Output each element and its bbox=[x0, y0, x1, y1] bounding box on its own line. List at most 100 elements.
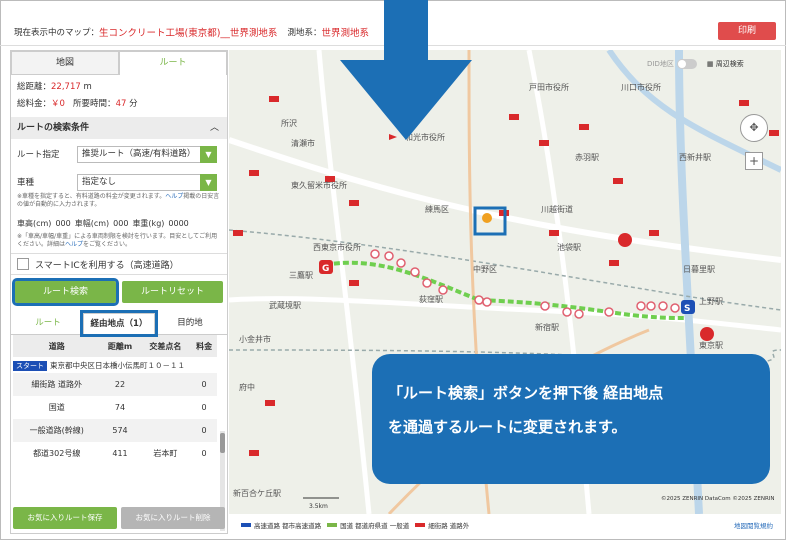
tab-map[interactable]: 地図 bbox=[11, 51, 119, 75]
cell-distance: 74 bbox=[114, 403, 126, 412]
help-link-2[interactable]: ヘルプ bbox=[65, 241, 83, 248]
place-label: 新百合ケ丘駅 bbox=[233, 488, 281, 498]
route-search-button[interactable]: ルート検索 bbox=[12, 278, 119, 306]
scrollbar-thumb[interactable] bbox=[220, 433, 225, 453]
weight-label: 車重(kg) bbox=[132, 218, 165, 228]
tab-waypoints[interactable]: 経由地点（1） bbox=[80, 310, 158, 337]
cell-fee: 0 bbox=[191, 373, 217, 396]
conditions-header[interactable]: ルートの検索条件 ︿ bbox=[11, 117, 227, 139]
sidebar: 地図 ルート 総距離：22,717 m 総料金：￥0 所要時間：47 分 ルート… bbox=[10, 50, 228, 534]
route-detail-tabs: ルート 経由地点（1） 目的地 bbox=[11, 310, 227, 337]
route-spec-value: 推奨ルート（高速/有料道路） bbox=[82, 148, 196, 159]
col-fee: 料金 bbox=[191, 335, 217, 357]
start-marker: S bbox=[684, 304, 690, 314]
vehicle-select[interactable]: 指定なし ▼ bbox=[77, 173, 217, 191]
route-spec-label: ルート指定 bbox=[17, 150, 60, 160]
height-input[interactable]: 000 bbox=[55, 219, 70, 228]
cell-fee: 0 bbox=[201, 403, 207, 412]
did-toggle-group: DID地区 ▦ 周辺検索 bbox=[647, 56, 744, 72]
vehicle-value: 指定なし bbox=[82, 176, 117, 187]
goal-marker: G bbox=[322, 264, 329, 274]
current-map-label: 現在表示中のマップ： bbox=[14, 27, 100, 38]
legend-swatch-national bbox=[327, 523, 338, 527]
time-label: 所要時間： bbox=[73, 99, 116, 109]
smart-ic-checkbox-row[interactable]: スマートICを利用する（高速道路） bbox=[11, 253, 227, 275]
cell-intersection bbox=[139, 373, 192, 396]
total-fee-label: 総料金： bbox=[17, 99, 52, 109]
chevron-down-icon: ▼ bbox=[200, 173, 217, 191]
cell-road: 国道 bbox=[48, 403, 65, 412]
place-label: 中野区 bbox=[473, 264, 497, 274]
zoom-in-button[interactable]: + bbox=[745, 152, 763, 170]
did-toggle[interactable] bbox=[676, 59, 697, 69]
col-road: 道路 bbox=[13, 335, 101, 357]
place-label: 日暮里駅 bbox=[683, 264, 715, 274]
print-button[interactable]: 印刷 bbox=[718, 22, 776, 40]
total-fee-value: ￥0 bbox=[51, 99, 65, 109]
smart-ic-checkbox[interactable] bbox=[17, 258, 29, 270]
height-label: 車高(cm) bbox=[17, 218, 52, 228]
tab-route[interactable]: ルート bbox=[119, 51, 227, 75]
start-row: スタート 東京都中央区日本橋小伝馬町１０－１１ bbox=[13, 357, 217, 373]
time-unit: 分 bbox=[129, 99, 138, 109]
conditions-title: ルートの検索条件 bbox=[17, 123, 90, 133]
table-row: 一般道路(幹線) 574 0 bbox=[13, 419, 217, 442]
weight-input[interactable]: 0000 bbox=[168, 219, 188, 228]
cell-road: 一般道路(幹線) bbox=[13, 419, 101, 442]
place-label: 荻窪駅 bbox=[419, 294, 443, 304]
size-note: ※「車高/車幅/車重」による車両制限を検討を行います。目安としてご利用ください。… bbox=[11, 233, 227, 249]
cell-road: 都道302号線 bbox=[33, 449, 81, 458]
place-label: 西東京市役所 bbox=[313, 242, 361, 252]
save-favorite-button[interactable]: お気に入りルート保存 bbox=[13, 507, 117, 529]
col-intersection: 交差点名 bbox=[139, 335, 192, 357]
help-link[interactable]: ヘルプ bbox=[165, 193, 183, 200]
chevron-down-icon: ▼ bbox=[200, 145, 217, 163]
tab-destination[interactable]: 目的地 bbox=[155, 313, 225, 334]
place-label: 赤羽駅 bbox=[575, 153, 599, 162]
vehicle-label: 車種 bbox=[17, 178, 35, 188]
vehicle-size-row: 車高(cm) 000 車幅(cm) 000 車重(kg) 0000 bbox=[11, 213, 227, 233]
place-label: 東京駅 bbox=[699, 340, 723, 350]
total-distance-label: 総距離： bbox=[17, 82, 52, 92]
table-row: 都道302号線 411 岩本町 0 bbox=[13, 442, 217, 465]
delete-favorite-button[interactable]: お気に入りルート削除 bbox=[121, 507, 225, 529]
place-label: 池袋駅 bbox=[557, 242, 581, 252]
start-address: 東京都中央区日本橋小伝馬町１０－１１ bbox=[50, 360, 185, 370]
cell-distance: 22 bbox=[100, 373, 140, 396]
total-distance-value: 22,717 bbox=[51, 82, 81, 92]
place-label: 武蔵境駅 bbox=[269, 300, 301, 310]
chevron-up-icon[interactable]: ︿ bbox=[210, 117, 219, 139]
place-label: 練馬区 bbox=[425, 204, 449, 214]
place-label: 上野駅 bbox=[699, 297, 723, 306]
pan-control-icon[interactable]: ✥ bbox=[740, 114, 768, 142]
place-label: 西新井駅 bbox=[679, 152, 711, 162]
down-arrow-icon bbox=[340, 0, 472, 140]
cell-intersection bbox=[139, 419, 192, 442]
map-copyright: ©2025 ZENRIN DataCom ©2025 ZENRIN bbox=[661, 495, 775, 502]
place-label: 川口市役所 bbox=[621, 82, 661, 92]
facility-search-button[interactable]: ▦ 周辺検索 bbox=[707, 59, 744, 69]
legend-national: 国道 都道府県道 一般道 bbox=[340, 522, 410, 530]
route-spec-select[interactable]: 推奨ルート（高速/有料道路） ▼ bbox=[77, 145, 217, 163]
cell-fee: 0 bbox=[201, 449, 207, 458]
width-input[interactable]: 000 bbox=[113, 219, 128, 228]
vehicle-note-text: ※車種を指定すると、有料道路の料金が変更されます。 bbox=[17, 193, 166, 200]
route-reset-button[interactable]: ルートリセット bbox=[122, 281, 223, 303]
place-label: 新宿駅 bbox=[535, 322, 559, 332]
time-value: 47 bbox=[115, 99, 127, 109]
current-map-value: 生コンクリート工場(東京都)__世界測地系 bbox=[99, 27, 278, 39]
legend-expressway: 高速道路 都市高速道路 bbox=[254, 522, 322, 530]
terms-link[interactable]: 地図閲覧規約 bbox=[734, 520, 773, 530]
legend-swatch-expressway bbox=[241, 523, 251, 527]
place-label: 戸田市役所 bbox=[529, 82, 569, 92]
datum-label: 測地系： bbox=[287, 27, 322, 38]
route-summary: 総距離：22,717 m 総料金：￥0 所要時間：47 分 bbox=[11, 75, 227, 117]
place-label: 府中 bbox=[239, 382, 255, 392]
cell-intersection bbox=[140, 396, 192, 419]
cell-fee: 0 bbox=[191, 419, 217, 442]
legend-narrow: 細街路 道路外 bbox=[428, 522, 470, 530]
tab-route-list[interactable]: ルート bbox=[13, 313, 83, 334]
callout-line-1: 「ルート検索」ボタンを押下後 経由地点 bbox=[388, 384, 664, 402]
place-label: 東久留米市役所 bbox=[291, 180, 347, 190]
did-label: DID地区 bbox=[647, 60, 674, 68]
